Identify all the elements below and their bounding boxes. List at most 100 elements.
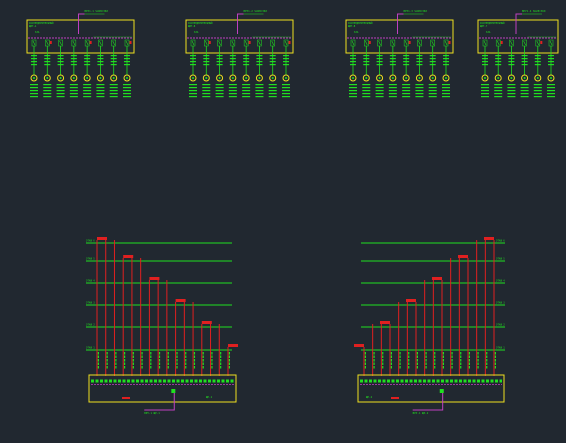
distribution-box (123, 255, 134, 258)
cable-spec-text (350, 55, 356, 57)
cable-spec-text (434, 359, 436, 362)
distribution-panel: ЩР-2 (357, 374, 505, 403)
outgoing-circuit (415, 39, 424, 98)
cable-spec-text (382, 366, 384, 369)
cable-spec-text (363, 58, 370, 60)
cable-spec-text (228, 362, 230, 365)
cable-spec-text (211, 355, 213, 358)
cable-spec-text (243, 58, 250, 60)
load-symbol-center (271, 77, 274, 79)
cable-spec-text (97, 359, 99, 362)
cable-spec-text (425, 359, 427, 362)
load-spec-text (533, 84, 542, 86)
cable-spec-text (84, 58, 91, 60)
feed-line (78, 13, 85, 34)
load-spec-text (415, 93, 424, 95)
cable-spec-text (373, 362, 375, 365)
cable-spec-text (376, 55, 383, 57)
cable-spec-text (390, 352, 392, 355)
cable-spec-text (429, 58, 436, 60)
load-spec-text (56, 84, 65, 86)
main-breaker-label: 63А (486, 31, 491, 34)
feed-line (397, 13, 404, 34)
cable-spec-text (460, 362, 462, 365)
cable-spec-text (57, 61, 64, 63)
cable-spec-text (364, 352, 366, 355)
cable-spec-text (124, 359, 126, 362)
floor-level-label: ЭТАЖ 1 (496, 347, 505, 350)
load-symbol-center (192, 77, 194, 79)
floor-level-label: ЭТАЖ 5 (496, 258, 505, 261)
incoming-breaker (439, 389, 444, 393)
load-spec-text (282, 87, 290, 89)
cable-spec-text (482, 64, 488, 66)
riser-feeder (458, 258, 462, 376)
cable-spec-text (521, 61, 528, 63)
feed-line (515, 13, 522, 34)
load-spec-text (255, 93, 264, 95)
outgoing-circuit (507, 39, 516, 98)
cable-spec-text (115, 355, 117, 358)
cable-spec-text (141, 366, 143, 369)
cable-spec-text (508, 58, 515, 60)
load-spec-text (282, 90, 290, 92)
load-spec-text (268, 87, 277, 89)
panel-schematic: ВРУ1.1 SU28=360РАСПРЕДЕЛИТЕЛЬНЫЙЩИТ-А63А (26, 9, 135, 98)
panel-header: ВРУ1.3 SU28=360 (404, 9, 428, 13)
load-spec-text (282, 96, 290, 98)
riser-feeder (398, 302, 401, 376)
cable-spec-text (193, 355, 196, 358)
breaker-contact (404, 40, 408, 46)
cable-spec-text (84, 64, 91, 66)
riser-feeder (432, 280, 436, 376)
load-spec-text (123, 90, 131, 92)
cable-spec-text (185, 355, 187, 358)
load-spec-text (123, 93, 131, 95)
riser-feeder (484, 240, 488, 376)
cable-spec-text (364, 359, 366, 362)
cable-spec-text (110, 58, 117, 60)
load-spec-text (189, 84, 197, 86)
load-spec-text (56, 93, 65, 95)
load-spec-text (30, 96, 38, 98)
load-spec-text (215, 87, 224, 89)
load-spec-text (533, 90, 542, 92)
floor-level-label: ЭТАЖ 5 (86, 258, 95, 261)
load-spec-text (520, 96, 529, 98)
outgoing-circuit (362, 39, 371, 98)
cable-spec-text (97, 362, 99, 365)
cable-spec-text (132, 352, 134, 355)
cable-spec-text (97, 61, 104, 63)
cable-spec-text (494, 352, 496, 355)
cable-spec-text (243, 55, 250, 57)
load-spec-text (494, 93, 503, 95)
load-symbol-center (126, 77, 128, 79)
cable-spec-text (150, 355, 152, 358)
load-spec-text (255, 87, 264, 89)
riser-feeder (406, 302, 410, 376)
load-spec-text (362, 90, 371, 92)
cable-spec-text (350, 64, 356, 66)
load-spec-text (109, 93, 118, 95)
cable-spec-text (132, 359, 134, 362)
cable-spec-text (203, 55, 210, 57)
rcd-marker (208, 41, 211, 44)
breaker-contact (378, 40, 381, 46)
load-spec-text (507, 84, 516, 86)
load-spec-text (428, 87, 437, 89)
load-spec-text (282, 93, 290, 95)
riser-feeder (450, 258, 453, 376)
breaker-contact (218, 40, 221, 46)
cable-spec-text (158, 352, 161, 355)
cable-spec-text (269, 58, 276, 60)
cable-spec-text (363, 61, 370, 63)
cable-spec-text (477, 362, 479, 365)
load-symbol-center (391, 77, 394, 79)
cable-spec-text (110, 64, 117, 66)
cable-spec-text (283, 64, 289, 66)
breaker-contact (231, 40, 235, 46)
cable-spec-text (434, 352, 436, 355)
load-spec-text (349, 87, 357, 89)
cable-spec-text (460, 359, 462, 362)
load-spec-text (96, 93, 105, 95)
